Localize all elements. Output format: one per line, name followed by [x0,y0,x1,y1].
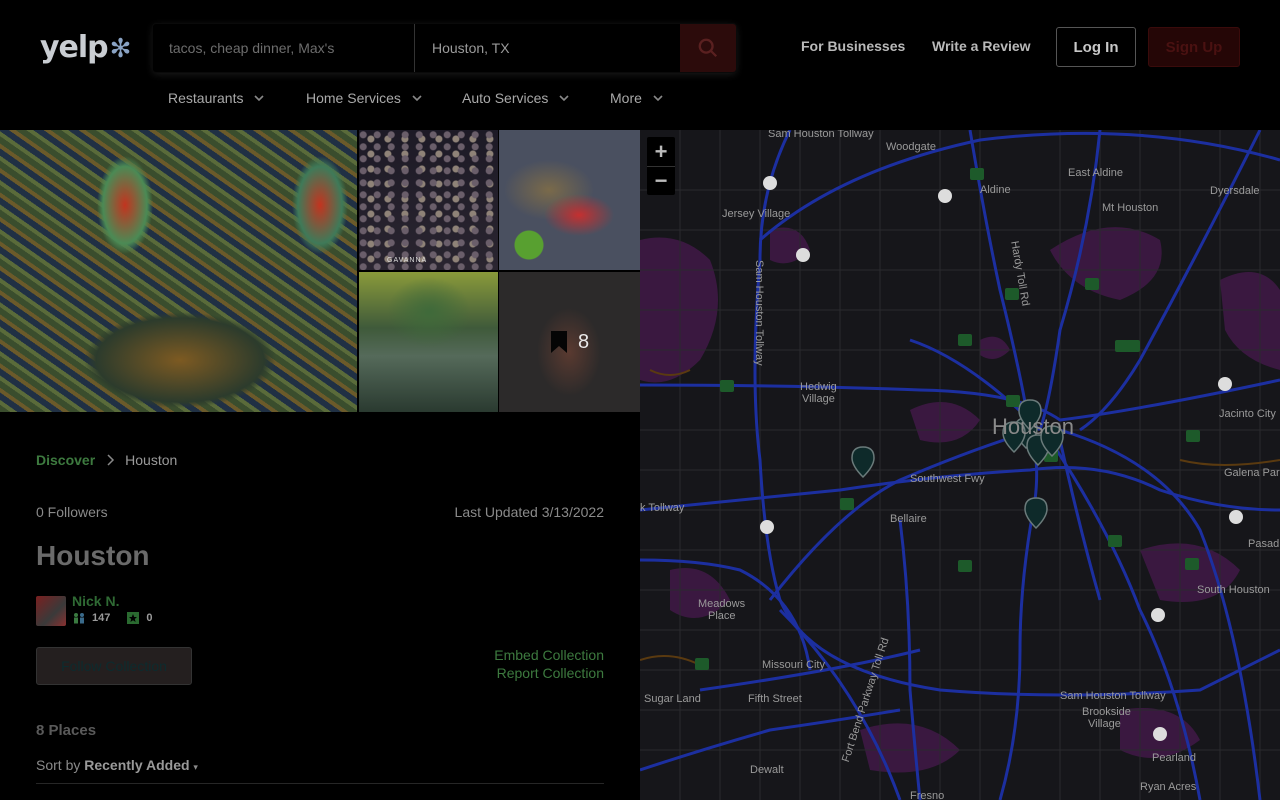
last-updated: Last Updated 3/13/2022 [454,504,604,520]
map-label: k Tollway [640,502,685,514]
sort-value: Recently Added [84,757,190,773]
map-label: Brookside [1082,706,1131,718]
divider [36,783,604,784]
photo-caption: GAVANNA [387,257,428,264]
nav-label: Auto Services [462,90,549,106]
chevron-down-icon [653,95,663,102]
photo-crowd[interactable]: GAVANNA [359,130,498,270]
breadcrumb-current: Houston [125,452,178,468]
map-label: Hedwig [800,381,837,393]
embed-collection-link[interactable]: Embed Collection [494,647,604,663]
chevron-right-icon [107,454,115,466]
map-label: Sam Houston Tollway [753,260,765,366]
map-label: Sam Houston Tollway [1060,690,1166,702]
search-near-input[interactable]: Houston, TX [415,24,680,72]
photo-main[interactable] [0,130,357,412]
map-label: Missouri City [762,659,825,671]
breadcrumb-discover[interactable]: Discover [36,452,95,468]
followers-count: 0 Followers [36,504,108,520]
map-label: Fresno [910,790,945,800]
map-label: Jacinto City [1219,408,1276,420]
search-bar: tacos, cheap dinner, Max's Houston, TX [153,24,736,72]
map-label: Bellaire [890,513,927,525]
search-button[interactable] [680,24,736,72]
nav-restaurants[interactable]: Restaurants [168,90,265,106]
user-name-link[interactable]: Nick N. [72,593,119,609]
search-find-input[interactable]: tacos, cheap dinner, Max's [153,24,415,72]
report-collection-link[interactable]: Report Collection [497,665,604,681]
for-businesses-link[interactable]: For Businesses [801,38,905,54]
user-stats: 147 0 [72,612,152,624]
map-label: Jersey Village [722,208,791,220]
map-label: Dewalt [750,764,784,776]
nav-label: Home Services [306,90,401,106]
map-label: Village [802,393,835,405]
photo-patio[interactable] [359,272,498,412]
map-label: East Aldine [1068,167,1124,179]
nav-more[interactable]: More [610,90,664,106]
map-label: Dyersdale [1210,185,1260,197]
map-label: Sam Houston Tollway [768,130,874,140]
friends-count: 147 [92,612,111,624]
map-label: South Houston [1197,584,1270,596]
map[interactable]: + − Sam Houston Tollway Woodgate Aldine … [640,130,1280,800]
reviews-count: 0 [146,612,153,624]
login-button[interactable]: Log In [1056,27,1136,67]
nav-label: Restaurants [168,90,244,106]
nav-auto-services[interactable]: Auto Services [462,90,570,106]
zoom-in-button[interactable]: + [647,137,675,166]
map-label: Sugar Land [644,693,701,705]
collection-title: Houston [36,540,150,571]
map-label: Village [1088,718,1121,730]
map-zoom-controls: + − [647,137,675,195]
map-label: Fifth Street [748,693,802,705]
friends-icon [74,613,84,624]
map-label: Pearland [1152,752,1197,764]
map-label: Southwest Fwy [910,473,985,485]
map-label: Mt Houston [1102,202,1159,214]
write-review-link[interactable]: Write a Review [932,38,1031,54]
chevron-down-icon [412,95,422,102]
follow-collection-button[interactable]: Follow Collection [36,647,192,685]
nav-home-services[interactable]: Home Services [306,90,423,106]
caret-down-icon: ▾ [193,762,198,772]
map-canvas[interactable] [640,130,1280,800]
photo-more-count: 8 [577,330,590,353]
chevron-down-icon [254,95,265,102]
nav-label: More [610,90,642,106]
search-icon [698,38,718,58]
bookmark-icon [550,331,567,353]
photo-food[interactable] [499,130,640,270]
collection-panel: Discover Houston 0 Followers Last Update… [0,412,640,800]
photo-more[interactable]: 8 [499,272,640,412]
places-count: 8 Places [36,722,97,739]
review-star-icon [127,612,140,624]
chevron-down-icon [559,95,569,102]
sort-control[interactable]: Sort by Recently Added ▾ [36,757,198,773]
map-label: Place [708,610,736,622]
breadcrumb: Discover Houston [36,452,177,468]
map-label: Galena Park [1224,467,1280,479]
map-label: Woodgate [886,141,936,153]
map-label: Pasad [1248,538,1280,550]
map-label: Ryan Acres [1140,781,1197,793]
avatar[interactable] [36,596,66,626]
zoom-out-button[interactable]: − [647,166,675,195]
map-label-houston: Houston [992,414,1074,439]
photo-grid: GAVANNA 8 [0,130,640,412]
map-label: Meadows [698,598,746,610]
sort-label: Sort by [36,757,81,773]
yelp-burst-icon: ✻ [109,34,132,64]
header: yelp✻ tacos, cheap dinner, Max's Houston… [0,0,1280,130]
yelp-logo[interactable]: yelp✻ [40,30,132,65]
signup-button[interactable]: Sign Up [1148,27,1240,67]
map-label: Aldine [980,184,1011,196]
